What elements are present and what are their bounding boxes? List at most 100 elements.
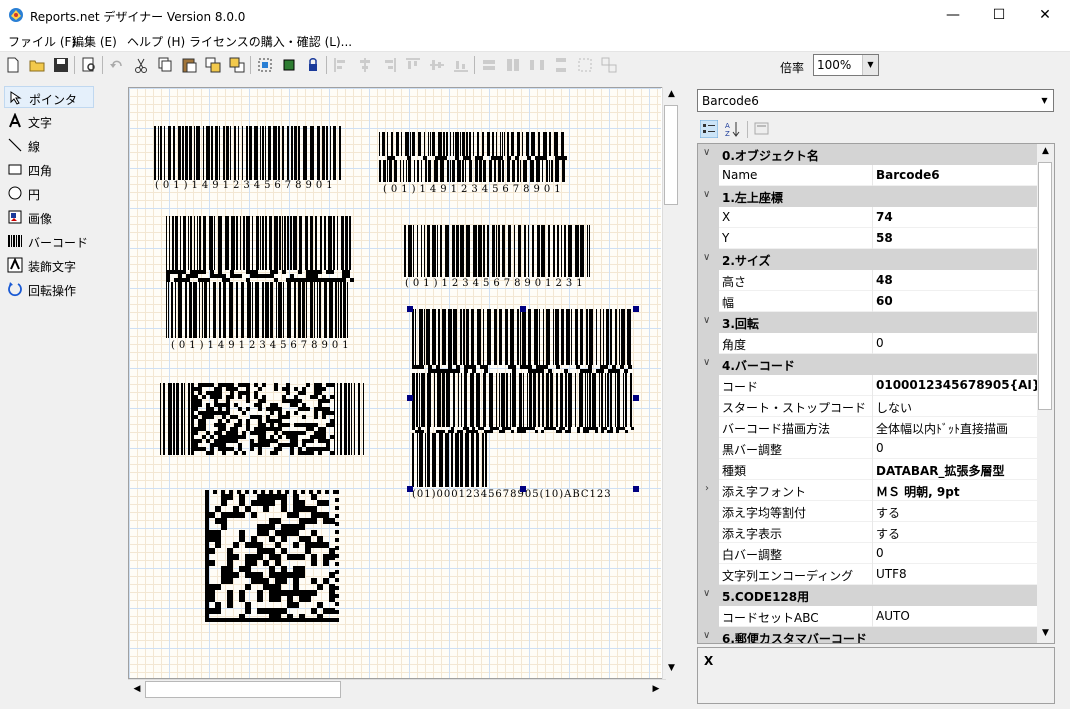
tool-circle[interactable]: 円 — [4, 182, 94, 204]
property-value[interactable]: 0100012345678905{AI}1 — [876, 378, 1038, 392]
property-scrollbar[interactable]: ▲ ▼ — [1037, 144, 1054, 643]
property-value[interactable]: 0 — [876, 336, 1038, 350]
chevron-down-icon[interactable]: ▼ — [862, 55, 878, 75]
property-value[interactable]: 全体幅以内ﾄﾞｯﾄ直接描画 — [876, 420, 1038, 437]
collapse-chevron-icon[interactable]: ∨ — [703, 357, 710, 368]
property-value[interactable]: 0 — [876, 546, 1038, 560]
selection-handle[interactable] — [633, 306, 639, 312]
scroll-thumb[interactable] — [145, 681, 341, 698]
design-canvas[interactable]: (01)14912345678901 (01)14912345678901 (0… — [128, 87, 667, 679]
property-category[interactable]: ∨ 6.郵便カスタマバーコード — [698, 627, 1038, 643]
selection-handle[interactable] — [633, 395, 639, 401]
scroll-down-icon[interactable]: ▼ — [1037, 628, 1054, 638]
property-value[interactable]: 58 — [876, 231, 1038, 245]
property-row[interactable]: スタート・ストップコード しない — [698, 396, 1038, 417]
property-value[interactable]: しない — [876, 399, 1038, 416]
h-spacing-icon[interactable] — [528, 56, 546, 74]
property-row[interactable]: 添え字表示 する — [698, 522, 1038, 543]
scroll-thumb[interactable] — [664, 105, 678, 205]
tool-rectangle[interactable]: 四角 — [4, 158, 94, 180]
property-row[interactable]: Name Barcode6 — [698, 165, 1038, 186]
property-category[interactable]: ∨ 1.左上座標 — [698, 186, 1038, 207]
align-center-icon[interactable] — [356, 56, 374, 74]
property-value[interactable]: する — [876, 525, 1038, 542]
copy-icon[interactable] — [156, 56, 174, 74]
align-right-icon[interactable] — [380, 56, 398, 74]
collapse-chevron-icon[interactable]: ∨ — [703, 588, 710, 599]
property-row[interactable]: 幅 60 — [698, 291, 1038, 312]
same-height-icon[interactable] — [504, 56, 522, 74]
tool-decorated-text[interactable]: 装飾文字 — [4, 254, 94, 276]
property-category[interactable]: ∨ 3.回転 — [698, 312, 1038, 333]
scroll-thumb[interactable] — [1038, 162, 1052, 410]
select-all-icon[interactable] — [256, 56, 274, 74]
undo-icon[interactable] — [108, 56, 126, 74]
property-value[interactable]: Barcode6 — [876, 168, 1038, 182]
property-row[interactable]: 種類 DATABAR_拡張多層型 — [698, 459, 1038, 480]
menu-license[interactable]: ライセンスの購入・確認 (L)... — [189, 33, 352, 50]
open-icon[interactable] — [28, 56, 46, 74]
property-value[interactable]: UTF8 — [876, 567, 1038, 581]
selection-handle[interactable] — [407, 306, 413, 312]
property-row[interactable]: コードセットABC AUTO — [698, 606, 1038, 627]
property-row[interactable]: Y 58 — [698, 228, 1038, 249]
menu-edit[interactable]: 編集 (E) — [72, 33, 117, 50]
canvas-vertical-scrollbar[interactable]: ▲ ▼ — [662, 87, 679, 679]
align-bottom-icon[interactable] — [452, 56, 470, 74]
menu-help[interactable]: ヘルプ (H) — [127, 33, 185, 50]
scroll-up-icon[interactable]: ▲ — [663, 89, 680, 99]
close-button[interactable]: ✕ — [1022, 0, 1068, 30]
tool-text[interactable]: 文字 — [4, 110, 94, 132]
property-row[interactable]: 角度 0 — [698, 333, 1038, 354]
same-width-icon[interactable] — [480, 56, 498, 74]
scroll-down-icon[interactable]: ▼ — [663, 663, 680, 673]
canvas-horizontal-scrollbar[interactable]: ◀ ▶ — [128, 679, 666, 699]
sort-alphabetical-icon[interactable]: AZ — [724, 120, 742, 138]
expand-chevron-icon[interactable]: › — [705, 483, 709, 494]
save-icon[interactable] — [52, 56, 70, 74]
property-value[interactable]: する — [876, 504, 1038, 521]
minimize-button[interactable]: — — [930, 0, 976, 30]
ungroup-icon[interactable] — [600, 56, 618, 74]
property-value[interactable]: ＭＳ 明朝, 9pt — [876, 483, 1038, 500]
collapse-chevron-icon[interactable]: ∨ — [703, 630, 710, 641]
tool-line[interactable]: 線 — [4, 134, 94, 156]
scroll-right-icon[interactable]: ▶ — [650, 684, 662, 694]
property-row[interactable]: 黒バー調整 0 — [698, 438, 1038, 459]
property-row[interactable]: X 74 — [698, 207, 1038, 228]
property-row[interactable]: 高さ 48 — [698, 270, 1038, 291]
property-category[interactable]: ∨ 4.バーコード — [698, 354, 1038, 375]
selection-handle[interactable] — [520, 486, 526, 492]
tool-rotate[interactable]: 回転操作 — [4, 278, 94, 300]
selection-handle[interactable] — [407, 486, 413, 492]
align-middle-icon[interactable] — [428, 56, 446, 74]
object-select[interactable]: Barcode6 ▼ — [697, 89, 1054, 112]
property-value[interactable]: DATABAR_拡張多層型 — [876, 462, 1038, 479]
menu-file[interactable]: ファイル (F) — [8, 33, 76, 50]
barcode-3[interactable] — [166, 216, 356, 340]
property-value[interactable]: 0 — [876, 441, 1038, 455]
property-row[interactable]: バーコード描画方法 全体幅以内ﾄﾞｯﾄ直接描画 — [698, 417, 1038, 438]
property-category[interactable]: ∨ 5.CODE128用 — [698, 585, 1038, 606]
property-row[interactable]: 添え字均等割付 する — [698, 501, 1038, 522]
collapse-chevron-icon[interactable]: ∨ — [703, 252, 710, 263]
align-left-icon[interactable] — [332, 56, 350, 74]
categorized-icon[interactable] — [700, 120, 718, 138]
property-category[interactable]: ∨ 0.オブジェクト名 — [698, 144, 1038, 165]
property-pages-icon[interactable] — [753, 120, 771, 138]
collapse-chevron-icon[interactable]: ∨ — [703, 147, 710, 158]
selection-handle[interactable] — [633, 486, 639, 492]
property-value[interactable]: 60 — [876, 294, 1038, 308]
property-row[interactable]: › 添え字フォント ＭＳ 明朝, 9pt — [698, 480, 1038, 501]
lock-icon[interactable] — [304, 56, 322, 74]
collapse-chevron-icon[interactable]: ∨ — [703, 315, 710, 326]
align-top-icon[interactable] — [404, 56, 422, 74]
scroll-left-icon[interactable]: ◀ — [131, 684, 143, 694]
collapse-chevron-icon[interactable]: ∨ — [703, 189, 710, 200]
barcode-1[interactable] — [154, 126, 344, 184]
zoom-select[interactable]: 100% ▼ — [813, 54, 879, 76]
tool-barcode[interactable]: バーコード — [4, 230, 94, 252]
barcode-2[interactable] — [379, 132, 569, 184]
print-preview-icon[interactable] — [80, 56, 98, 74]
paste-icon[interactable] — [180, 56, 198, 74]
